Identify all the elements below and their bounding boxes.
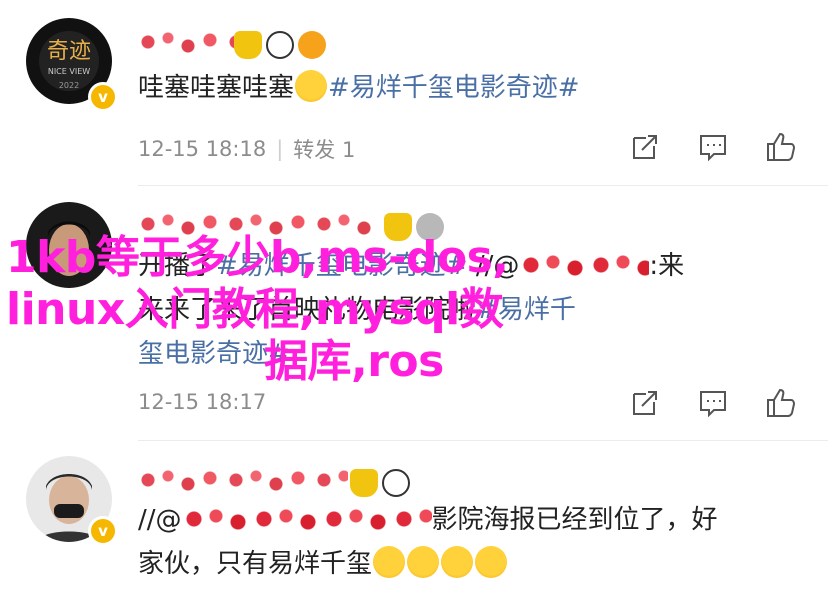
share-icon[interactable]	[628, 130, 662, 164]
avatar-subtitle: NICE VIEW	[48, 67, 90, 76]
panda-icon	[266, 31, 294, 59]
emoji-icon	[295, 70, 328, 102]
verified-icon: v	[88, 516, 118, 546]
emoji-icon	[407, 546, 440, 578]
divider	[138, 185, 828, 186]
avatar-title: 奇迹	[47, 39, 91, 64]
like-icon[interactable]	[764, 130, 798, 164]
crown-icon	[234, 31, 262, 59]
username-redacted[interactable]	[138, 464, 348, 498]
share-icon[interactable]	[628, 386, 662, 420]
post-text-line1b: 影院海报已经到位了，好	[431, 505, 718, 535]
like-icon[interactable]	[764, 386, 798, 420]
post-actions	[628, 386, 798, 420]
verified-icon: v	[88, 82, 118, 112]
post-time: 12-15 18:18	[138, 137, 267, 161]
post-text-line1a: //@	[138, 505, 182, 535]
avatar-year: 2022	[59, 81, 79, 90]
divider	[138, 440, 828, 441]
hashtag-link[interactable]: #易烊千玺电影奇迹#	[328, 73, 580, 103]
post-text: 哇塞哇塞哇塞 #易烊千玺电影奇迹#	[138, 66, 798, 110]
username-redacted[interactable]	[138, 26, 238, 60]
repost-count[interactable]: 转发 1	[293, 134, 355, 164]
fish-icon	[298, 31, 326, 59]
mention-redacted[interactable]	[181, 504, 432, 534]
post-actions	[628, 130, 798, 164]
post-text-line2a: 家伙，只有易烊千玺	[138, 549, 373, 579]
comment-icon[interactable]	[696, 130, 730, 164]
overlay-text: 1kb等于多少b,ms-dos, linux入门教程,mysql数 据库,ros	[6, 232, 566, 388]
user-badges	[350, 468, 410, 498]
overlay-line2: linux入门教程,mysql数	[6, 284, 504, 335]
post-text: //@ 影院海报已经到位了，好 家伙，只有易烊千玺	[138, 498, 798, 586]
post-time: 12-15 18:17	[138, 390, 267, 414]
panda-icon	[382, 469, 410, 497]
meta-separator: |	[276, 137, 284, 161]
user-badges	[234, 30, 326, 60]
post-meta: 12-15 18:17	[138, 390, 266, 414]
overlay-line1: 1kb等于多少b,ms-dos,	[6, 232, 509, 283]
overlay-line3: 据库,ros	[264, 336, 444, 387]
post-text-body: 哇塞哇塞哇塞	[138, 73, 295, 103]
post-meta: 12-15 18:18 | 转发 1	[138, 134, 355, 164]
emoji-icon	[441, 546, 474, 578]
emoji-icon	[373, 546, 406, 578]
crown-icon	[350, 469, 378, 497]
emoji-icon	[475, 546, 508, 578]
post-text-line1c: :来	[649, 251, 685, 281]
comment-icon[interactable]	[696, 386, 730, 420]
